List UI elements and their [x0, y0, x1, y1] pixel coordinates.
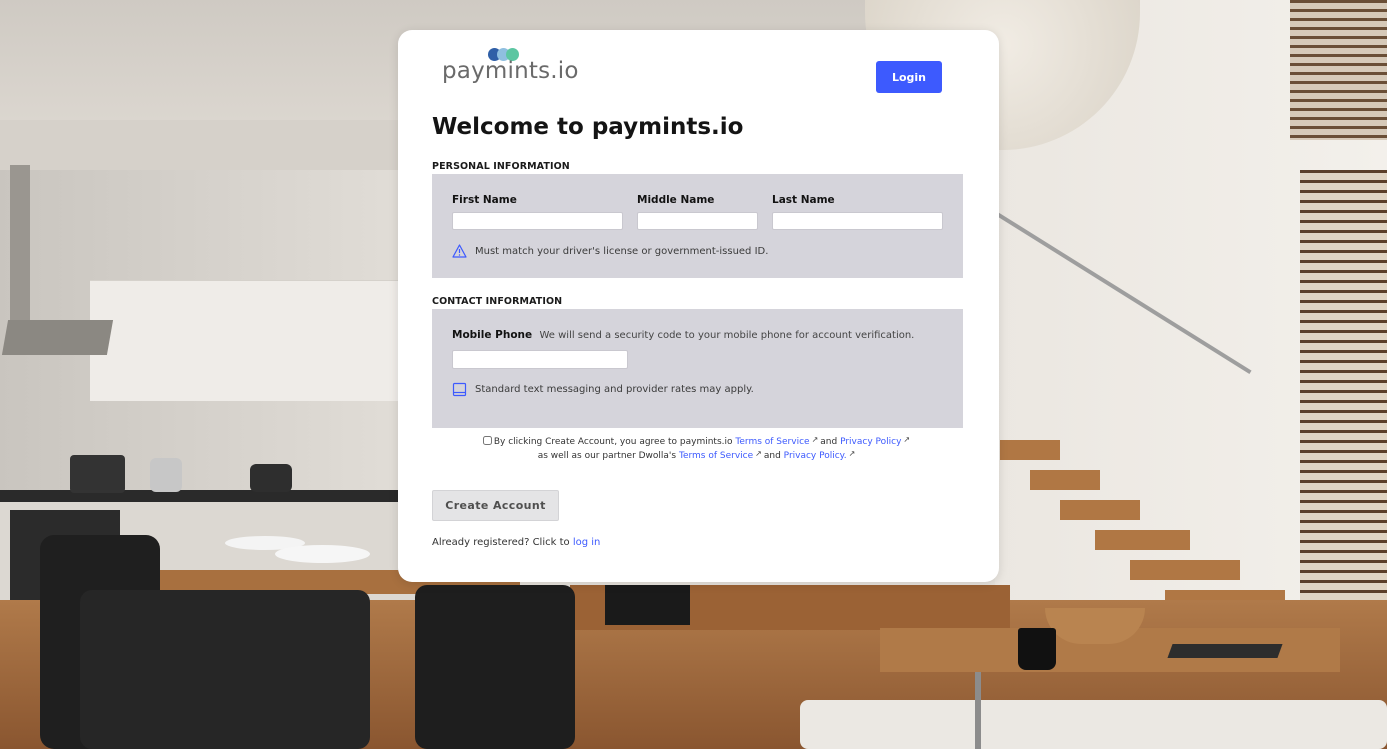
bg-stair-step — [1095, 530, 1190, 550]
consent-and-2: and — [763, 451, 781, 461]
bg-stair-step — [1130, 560, 1240, 580]
bg-mug — [1018, 628, 1056, 670]
contact-info-heading: CONTACT INFORMATION — [432, 296, 563, 307]
first-name-label: First Name — [452, 194, 517, 206]
bg-kettle — [150, 458, 182, 492]
first-name-input[interactable] — [452, 212, 623, 230]
bg-toaster — [250, 464, 292, 492]
external-link-icon: ↗ — [755, 449, 762, 458]
bg-chair — [80, 590, 370, 749]
consent-line-1: By clicking Create Account, you agree to… — [432, 434, 963, 448]
external-link-icon: ↗ — [903, 435, 911, 444]
logo-text: paymints.io — [442, 58, 579, 84]
dwolla-terms-link[interactable]: Terms of Service — [679, 451, 753, 461]
middle-name-label: Middle Name — [637, 194, 715, 206]
consent-text-1: By clicking Create Account, you agree to… — [493, 437, 733, 447]
mobile-phone-row: Mobile Phone We will send a security cod… — [452, 329, 914, 341]
warning-triangle-icon — [452, 244, 467, 258]
bg-plate — [275, 545, 370, 563]
signup-card: paymints.io Login Welcome to paymints.io… — [398, 30, 999, 582]
external-link-icon: ↗ — [848, 449, 856, 458]
bg-stair-step — [1060, 500, 1140, 520]
create-account-button[interactable]: Create Account — [432, 490, 559, 521]
bg-window-blinds — [1300, 170, 1387, 610]
terms-consent: By clicking Create Account, you agree to… — [432, 434, 963, 462]
paymints-logo[interactable]: paymints.io — [442, 48, 582, 88]
bg-speaker — [605, 585, 690, 625]
consent-and-1: and — [820, 437, 838, 447]
dwolla-privacy-link[interactable]: Privacy Policy. — [784, 451, 847, 461]
consent-text-2: as well as our partner Dwolla's — [537, 451, 677, 461]
personal-info-heading: PERSONAL INFORMATION — [432, 161, 570, 172]
sms-rates-note: Standard text messaging and provider rat… — [452, 382, 754, 397]
middle-name-input[interactable] — [637, 212, 758, 230]
id-match-note: Must match your driver's license or gove… — [452, 244, 768, 258]
log-in-link[interactable]: log in — [573, 537, 601, 548]
mobile-phone-input[interactable] — [452, 350, 628, 369]
bg-chair — [415, 585, 575, 749]
page-title: Welcome to paymints.io — [432, 114, 744, 140]
terms-checkbox[interactable] — [482, 436, 492, 445]
id-match-text: Must match your driver's license or gove… — [475, 245, 769, 257]
consent-line-2: as well as our partner Dwolla's Terms of… — [432, 448, 963, 462]
bg-stair-step — [1000, 440, 1060, 460]
last-name-label: Last Name — [772, 194, 835, 206]
contact-info-panel: Mobile Phone We will send a security cod… — [432, 309, 963, 428]
personal-info-panel: First Name Middle Name Last Name Must ma… — [432, 174, 963, 278]
last-name-input[interactable] — [772, 212, 943, 230]
mobile-device-icon — [452, 382, 467, 397]
bg-coffee-machine — [70, 455, 125, 493]
already-registered: Already registered? Click to log in — [432, 537, 600, 548]
bg-range-hood-pipe — [10, 165, 30, 335]
mobile-phone-description: We will send a security code to your mob… — [539, 330, 915, 341]
mobile-phone-label: Mobile Phone — [452, 329, 533, 341]
bg-upper-cabinet — [90, 280, 410, 401]
bg-window-top — [1290, 0, 1387, 140]
paymints-privacy-link[interactable]: Privacy Policy — [840, 437, 901, 447]
external-link-icon: ↗ — [811, 435, 819, 444]
bg-coffee-table-leg — [975, 672, 981, 749]
paymints-terms-link[interactable]: Terms of Service — [735, 437, 809, 447]
bg-countertop — [0, 490, 420, 502]
bg-range-hood — [1, 320, 114, 355]
bg-stair-step — [1030, 470, 1100, 490]
sms-rates-text: Standard text messaging and provider rat… — [475, 384, 754, 395]
login-button[interactable]: Login — [876, 61, 942, 93]
bg-rug — [800, 700, 1387, 749]
bg-book — [1167, 644, 1283, 658]
already-registered-text: Already registered? Click to — [432, 537, 570, 548]
